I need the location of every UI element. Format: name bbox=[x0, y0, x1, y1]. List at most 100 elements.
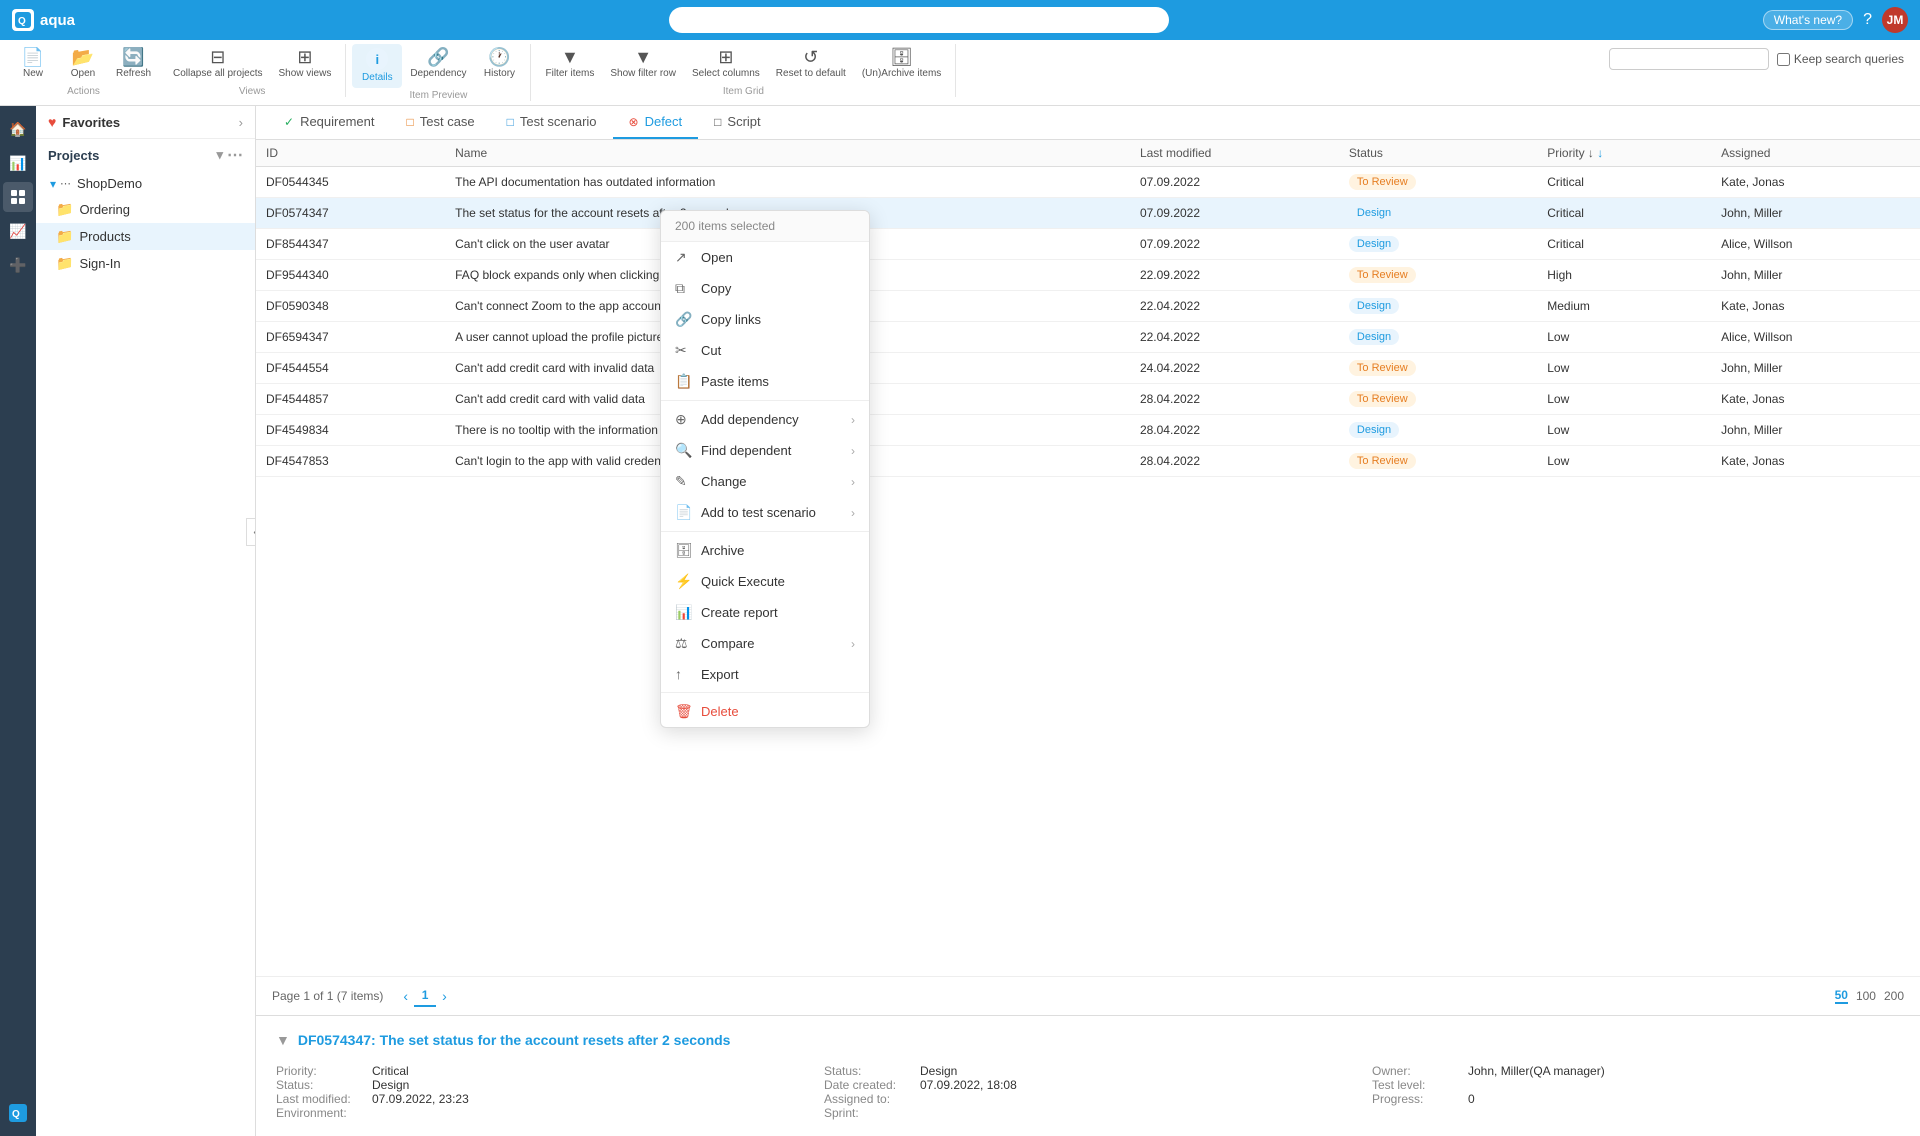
global-search-input[interactable] bbox=[669, 7, 1169, 33]
ordering-item[interactable]: 📁 Ordering bbox=[36, 196, 255, 223]
table-area: ID Name Last modified Status Priority ↓ … bbox=[256, 140, 1920, 976]
collapse-all-button[interactable]: ⊟ Collapse all projects bbox=[165, 44, 271, 84]
tab-test-scenario[interactable]: □ Test scenario bbox=[491, 106, 613, 139]
reset-to-default-button[interactable]: ↺ Reset to default bbox=[768, 44, 854, 84]
unarchive-button[interactable]: 🗄 (Un)Archive items bbox=[854, 44, 949, 84]
prev-page-button[interactable]: ‹ bbox=[403, 988, 408, 1004]
shopDemo-row[interactable]: ▾ ⋯ ShopDemo bbox=[36, 171, 255, 196]
keep-search-label: Keep search queries bbox=[1777, 52, 1904, 66]
requirement-tab-icon: ✓ bbox=[284, 115, 294, 129]
col-status[interactable]: Status bbox=[1339, 140, 1537, 167]
new-button[interactable]: 📄 New bbox=[8, 44, 58, 84]
table-row[interactable]: DF0544345 The API documentation has outd… bbox=[256, 167, 1920, 198]
tab-test-case[interactable]: □ Test case bbox=[391, 106, 491, 139]
tab-script[interactable]: □ Script bbox=[698, 106, 776, 139]
sidebar-bar-icon[interactable]: 📈 bbox=[3, 216, 33, 246]
cm-add-to-test-scenario[interactable]: 📄 Add to test scenario › bbox=[661, 497, 869, 528]
sidebar-chart-icon[interactable]: 📊 bbox=[3, 148, 33, 178]
col-assigned[interactable]: Assigned bbox=[1711, 140, 1920, 167]
cm-paste-label: Paste items bbox=[701, 374, 769, 389]
table-row[interactable]: DF4547853 Can't login to the app with va… bbox=[256, 446, 1920, 477]
cm-create-report[interactable]: 📊 Create report bbox=[661, 597, 869, 628]
cm-change[interactable]: ✎ Change › bbox=[661, 466, 869, 497]
sidebar-bottom-logo-icon[interactable]: Q bbox=[3, 1098, 33, 1128]
cm-export[interactable]: ↑ Export bbox=[661, 659, 869, 689]
cm-delete-label: Delete bbox=[701, 704, 739, 719]
toolbar-grid-section: ▼ Filter items ▼ Show filter row ⊞ Selec… bbox=[531, 44, 956, 97]
table-row[interactable]: DF4549834 There is no tooltip with the i… bbox=[256, 415, 1920, 446]
cm-paste-icon: 📋 bbox=[675, 373, 691, 390]
filter-items-button[interactable]: ▼ Filter items bbox=[537, 44, 602, 84]
cm-copy[interactable]: ⧉ Copy bbox=[661, 273, 869, 304]
projects-header[interactable]: Projects ▾ ⋯ bbox=[36, 139, 255, 171]
sidebar-items-icon[interactable] bbox=[3, 182, 33, 212]
table-row[interactable]: DF6594347 A user cannot upload the profi… bbox=[256, 322, 1920, 353]
cm-add-dependency[interactable]: ⊕ Add dependency › bbox=[661, 404, 869, 435]
views-section-label: Views bbox=[231, 86, 274, 97]
refresh-button[interactable]: 🔄 Refresh bbox=[108, 44, 159, 84]
shopDemo-more-icon[interactable]: ⋯ bbox=[60, 177, 71, 190]
help-icon[interactable]: ? bbox=[1863, 11, 1872, 29]
col-id[interactable]: ID bbox=[256, 140, 445, 167]
cell-priority: Low bbox=[1537, 446, 1711, 477]
cm-copy-links[interactable]: 🔗 Copy links bbox=[661, 304, 869, 335]
tab-requirement[interactable]: ✓ Requirement bbox=[268, 106, 391, 139]
cm-open[interactable]: ↗ Open bbox=[661, 242, 869, 273]
table-row[interactable]: DF8544347 Can't click on the user avatar… bbox=[256, 229, 1920, 260]
whats-new-button[interactable]: What's new? bbox=[1763, 10, 1853, 30]
nav-collapse-handle[interactable]: ‹ bbox=[246, 518, 256, 546]
next-page-button[interactable]: › bbox=[442, 988, 447, 1004]
app-logo[interactable]: Q aqua bbox=[12, 9, 75, 31]
show-views-button[interactable]: ⊞ Show views bbox=[271, 44, 340, 84]
sidebar-plus-icon[interactable]: ➕ bbox=[3, 250, 33, 280]
sidebar-home-icon[interactable]: 🏠 bbox=[3, 114, 33, 144]
col-priority[interactable]: Priority ↓ bbox=[1537, 140, 1711, 167]
page-info: Page 1 of 1 (7 items) bbox=[272, 989, 383, 1003]
history-button[interactable]: 🕐 History bbox=[474, 44, 524, 88]
detail-test-level: Test level: bbox=[1372, 1078, 1900, 1092]
show-filter-row-button[interactable]: ▼ Show filter row bbox=[602, 44, 684, 84]
detail-toggle[interactable]: ▼ bbox=[276, 1032, 290, 1048]
show-views-icon: ⊞ bbox=[297, 48, 312, 66]
dependency-button[interactable]: 🔗 Dependency bbox=[402, 44, 474, 88]
svg-text:Q: Q bbox=[12, 1109, 20, 1120]
cm-cut[interactable]: ✂ Cut bbox=[661, 335, 869, 366]
cm-compare-icon: ⚖ bbox=[675, 635, 691, 652]
projects-more-icon[interactable]: ⋯ bbox=[227, 145, 243, 165]
table-row[interactable]: DF4544554 Can't add credit card with inv… bbox=[256, 353, 1920, 384]
current-page[interactable]: 1 bbox=[414, 985, 436, 1007]
cm-compare[interactable]: ⚖ Compare › bbox=[661, 628, 869, 659]
details-button[interactable]: i Details bbox=[352, 44, 402, 88]
table-row[interactable]: DF0574347 The set status for the account… bbox=[256, 198, 1920, 229]
projects-collapse-arrow[interactable]: ▾ bbox=[216, 147, 223, 163]
cm-quick-execute[interactable]: ⚡ Quick Execute bbox=[661, 566, 869, 597]
table-row[interactable]: DF4544857 Can't add credit card with val… bbox=[256, 384, 1920, 415]
col-name[interactable]: Name bbox=[445, 140, 1130, 167]
tab-defect[interactable]: ⊗ Defect bbox=[613, 106, 699, 139]
open-button[interactable]: 📂 Open bbox=[58, 44, 108, 84]
toolbar-search-input[interactable] bbox=[1609, 48, 1769, 70]
status2-label: Status: bbox=[824, 1064, 914, 1078]
cell-last-modified: 22.04.2022 bbox=[1130, 291, 1339, 322]
cm-paste-items[interactable]: 📋 Paste items bbox=[661, 366, 869, 397]
col-last-modified[interactable]: Last modified bbox=[1130, 140, 1339, 167]
cell-id: DF8544347 bbox=[256, 229, 445, 260]
context-menu-header: 200 items selected bbox=[661, 211, 869, 242]
favorites-arrow[interactable]: › bbox=[239, 115, 243, 130]
per-page-100[interactable]: 100 bbox=[1856, 989, 1876, 1003]
cm-find-dependent[interactable]: 🔍 Find dependent › bbox=[661, 435, 869, 466]
cell-id: DF0590348 bbox=[256, 291, 445, 322]
select-columns-button[interactable]: ⊞ Select columns bbox=[684, 44, 768, 84]
per-page-200[interactable]: 200 bbox=[1884, 989, 1904, 1003]
table-row[interactable]: DF9544340 FAQ block expands only when cl… bbox=[256, 260, 1920, 291]
cm-delete[interactable]: 🗑 Delete bbox=[661, 696, 869, 727]
table-row[interactable]: DF0590348 Can't connect Zoom to the app … bbox=[256, 291, 1920, 322]
keep-search-checkbox[interactable] bbox=[1777, 53, 1790, 66]
signin-item[interactable]: 📁 Sign-In bbox=[36, 250, 255, 277]
toolbar-views-row: ⊟ Collapse all projects ⊞ Show views bbox=[165, 44, 339, 84]
cm-archive[interactable]: 🗄 Archive bbox=[661, 535, 869, 566]
products-item[interactable]: 📁 Products bbox=[36, 223, 255, 250]
avatar[interactable]: JM bbox=[1882, 7, 1908, 33]
per-page-50[interactable]: 50 bbox=[1835, 988, 1848, 1004]
favorites-title: Favorites bbox=[62, 115, 120, 130]
